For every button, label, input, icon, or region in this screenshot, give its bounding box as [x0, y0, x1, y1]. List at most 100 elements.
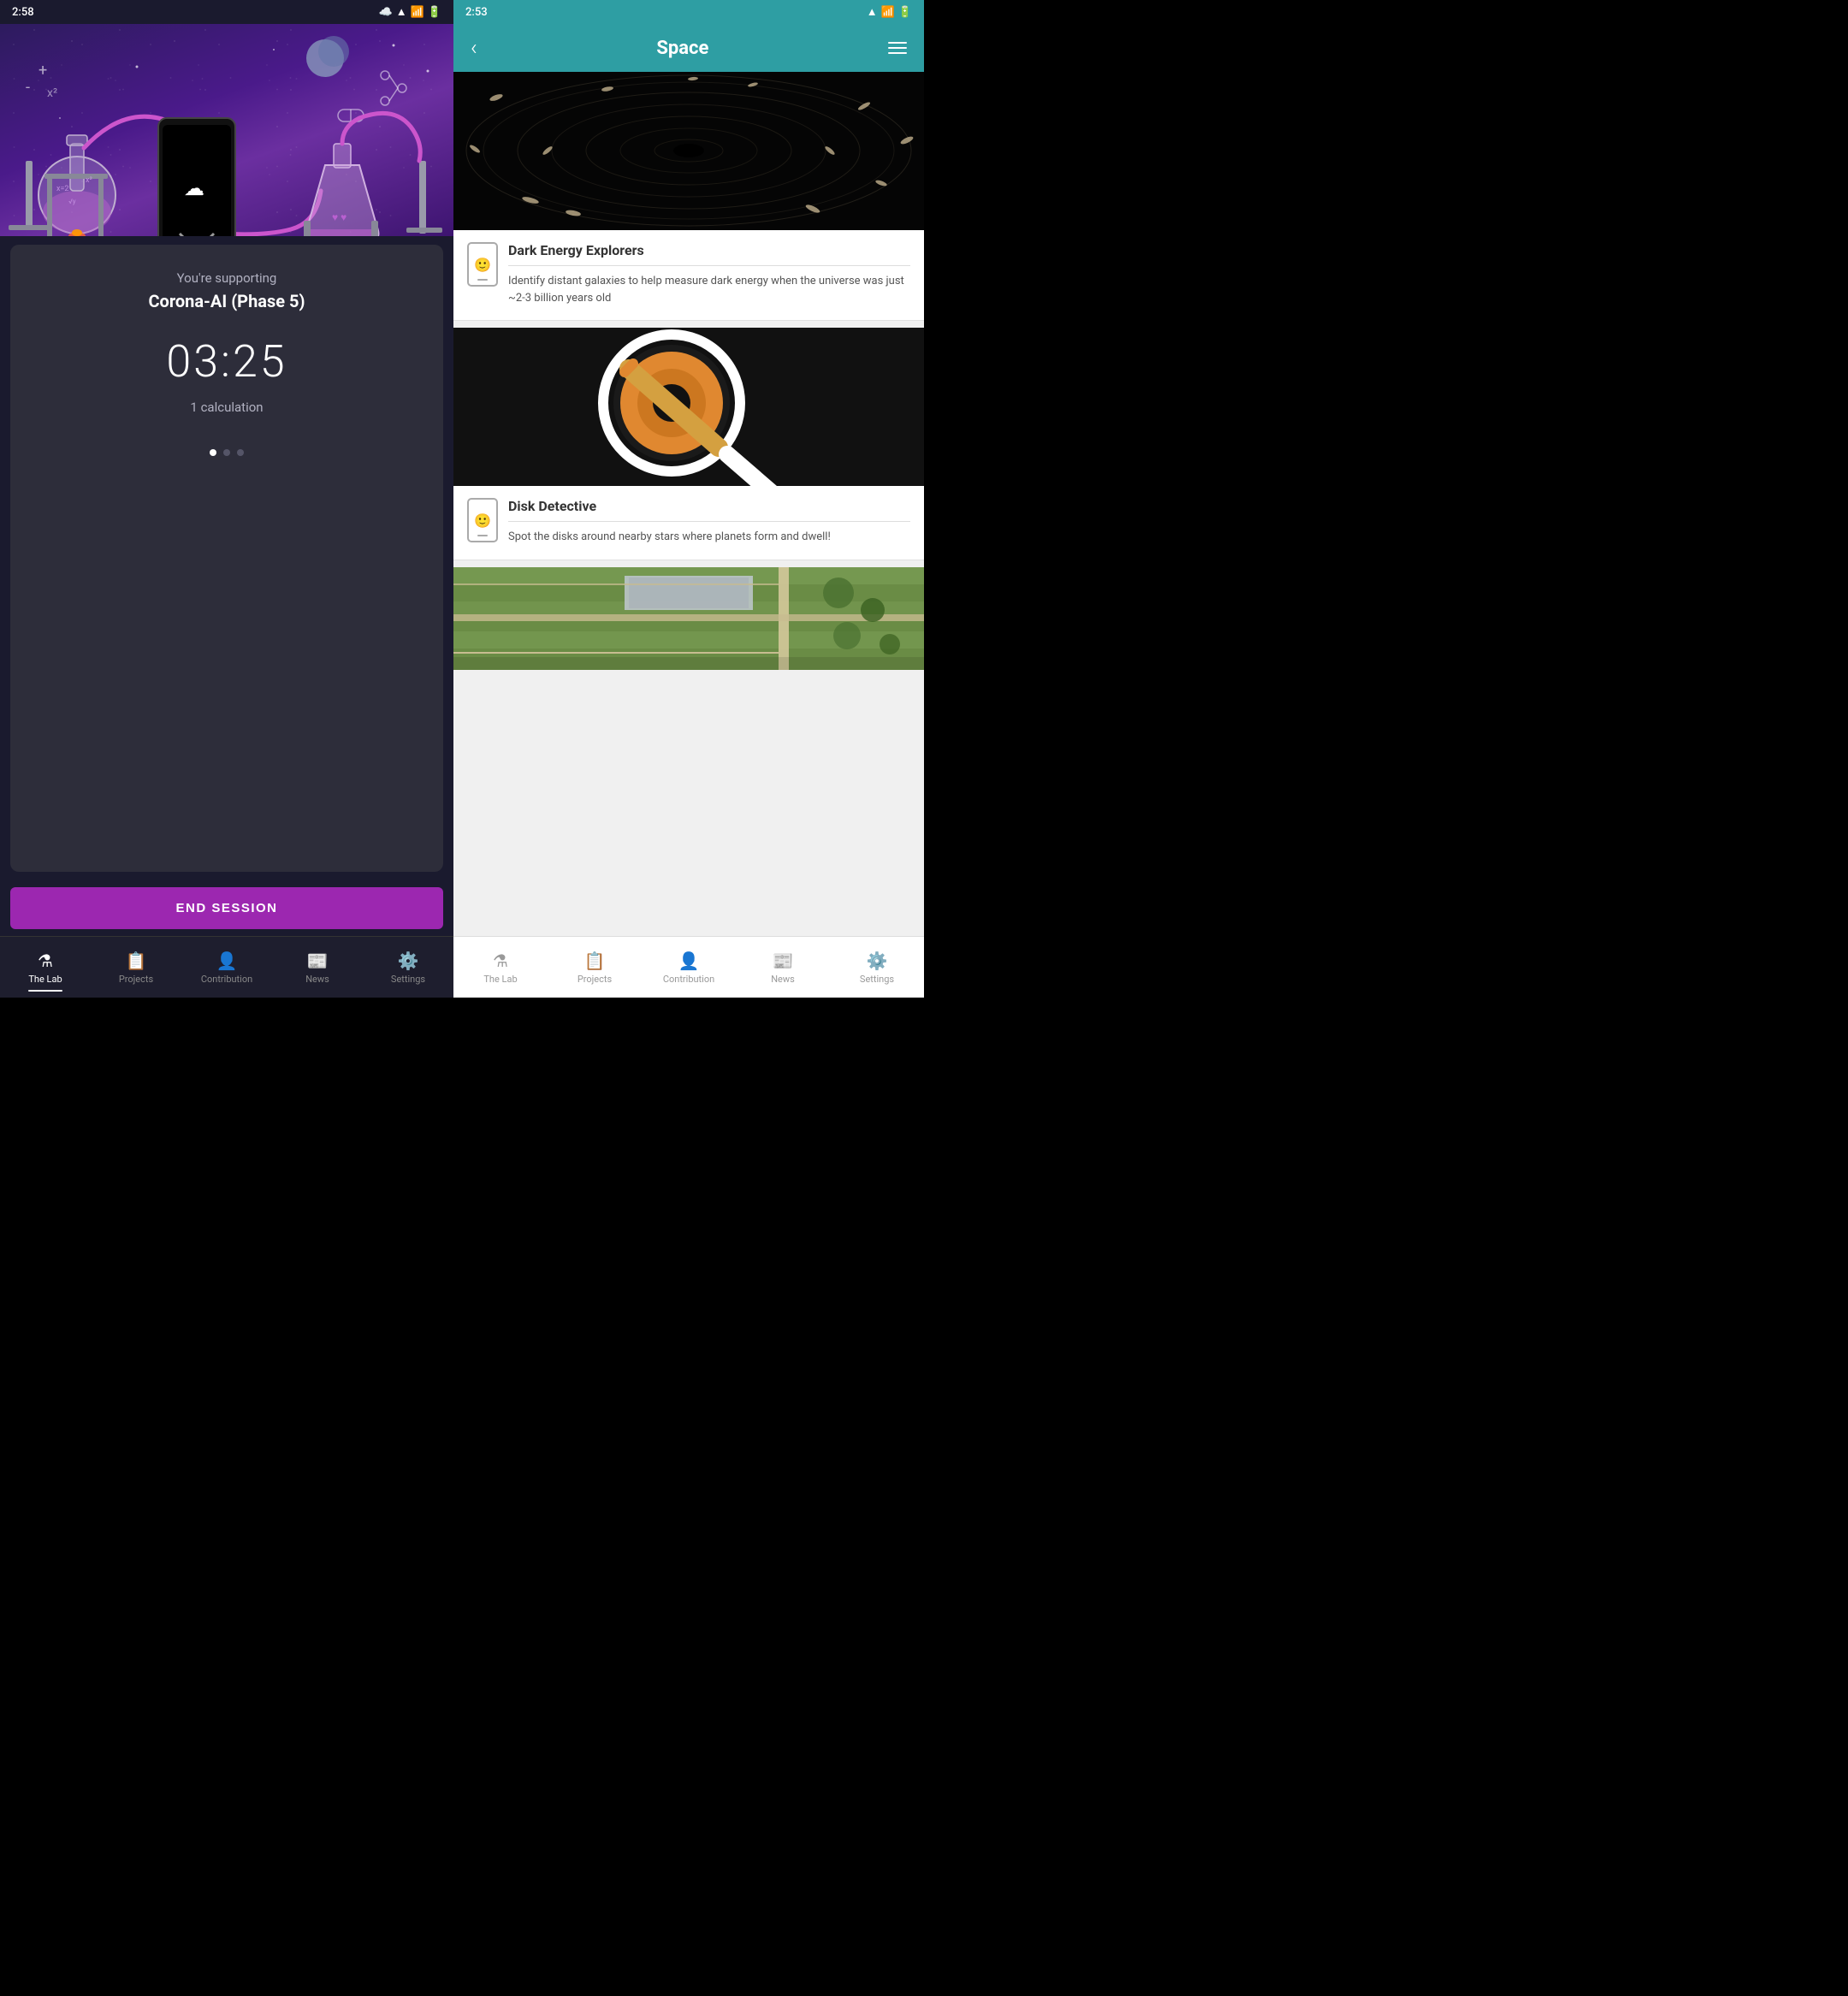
the-lab-icon: ⚗ — [38, 951, 53, 971]
dark-energy-text: Dark Energy Explorers Identify distant g… — [508, 242, 910, 306]
aerial-image — [453, 567, 924, 670]
disk-detective-description: Spot the disks around nearby stars where… — [508, 529, 910, 546]
svg-text:x²: x² — [86, 176, 92, 185]
dark-energy-info: 🙂 Dark Energy Explorers Identify distant… — [453, 230, 924, 321]
left-bottom-nav: ⚗ The Lab 📋 Projects 👤 Contribution 📰 Ne… — [0, 936, 453, 998]
end-session-button[interactable]: END SESSION — [10, 887, 443, 929]
phone-face-icon: 🙂 — [474, 257, 491, 273]
timer-display: 03:25 — [166, 335, 287, 388]
right-nav-icon-2: 📋 — [584, 951, 606, 971]
svg-text:♥ ♥: ♥ ♥ — [332, 211, 346, 223]
right-nav-icon-1: ⚗ — [493, 951, 508, 971]
right-wifi-icon: ▲ — [867, 5, 878, 19]
cloud-icon: ☁️ — [379, 6, 393, 19]
projects-icon: 📋 — [126, 951, 147, 971]
project-name: Corona-AI (Phase 5) — [148, 291, 305, 311]
dot-1[interactable] — [210, 449, 216, 456]
hero-illustration: - + x² — [0, 24, 453, 236]
right-content[interactable]: 🙂 Dark Energy Explorers Identify distant… — [453, 72, 924, 936]
aerial-svg — [453, 567, 924, 670]
nav-item-news[interactable]: 📰 News — [272, 944, 363, 992]
nav-label-projects: Projects — [119, 974, 153, 985]
disk-detective-info: 🙂 Disk Detective Spot the disks around n… — [453, 486, 924, 560]
phone-bottom-line-2 — [477, 535, 488, 536]
right-nav-item-3[interactable]: 👤 Contribution — [642, 944, 736, 992]
nav-item-contribution[interactable]: 👤 Contribution — [181, 944, 272, 992]
right-battery-icon: 🔋 — [898, 6, 912, 19]
right-nav-label-2: Projects — [578, 974, 612, 985]
nav-item-settings[interactable]: ⚙️ Settings — [363, 944, 453, 992]
left-time: 2:58 — [12, 6, 34, 19]
calculation-label: 1 calculation — [190, 400, 263, 415]
dark-energy-title: Dark Energy Explorers — [508, 242, 910, 266]
disk-detective-phone-icon: 🙂 — [467, 498, 498, 542]
info-card: You're supporting Corona-AI (Phase 5) 03… — [10, 245, 443, 872]
right-status-bar: 2:53 ▲ 📶 🔋 — [453, 0, 924, 24]
svg-text:+: + — [38, 62, 47, 80]
news-icon: 📰 — [307, 951, 329, 971]
right-nav-label-4: News — [771, 974, 795, 985]
nav-item-projects[interactable]: 📋 Projects — [91, 944, 181, 992]
dark-energy-description: Identify distant galaxies to help measur… — [508, 273, 910, 306]
right-time: 2:53 — [465, 6, 488, 19]
dark-energy-explorers-card: 🙂 Dark Energy Explorers Identify distant… — [453, 72, 924, 321]
contribution-icon: 👤 — [216, 951, 238, 971]
right-nav-item-2[interactable]: 📋 Projects — [548, 944, 642, 992]
svg-text:x=2: x=2 — [56, 185, 68, 193]
lab-svg-illustration: - + x² — [0, 24, 453, 236]
right-nav-icon-5: ⚙️ — [867, 951, 888, 971]
disk-detective-title: Disk Detective — [508, 498, 910, 522]
right-nav-label-1: The Lab — [483, 974, 517, 985]
dot-2[interactable] — [223, 449, 230, 456]
phone-bottom-line — [477, 279, 488, 281]
settings-icon: ⚙️ — [398, 951, 419, 971]
nav-label-news: News — [305, 974, 329, 985]
disk-detective-image — [453, 328, 924, 486]
left-panel: 2:58 ☁️ ▲ 📶 🔋 - + x² — [0, 0, 453, 998]
dot-indicators — [210, 449, 244, 456]
aerial-card — [453, 567, 924, 670]
supporting-label: You're supporting — [177, 270, 277, 286]
wifi-icon: ▲ — [396, 5, 407, 19]
signal-icon: 📶 — [411, 6, 424, 19]
phone-face-icon-2: 🙂 — [474, 512, 491, 529]
back-button[interactable]: ‹ — [471, 35, 477, 61]
disk-detective-card: 🙂 Disk Detective Spot the disks around n… — [453, 328, 924, 560]
disk-detective-icon-row: 🙂 Disk Detective Spot the disks around n… — [467, 498, 910, 546]
svg-text:√y: √y — [68, 198, 76, 205]
battery-icon: 🔋 — [428, 6, 441, 19]
left-status-bar: 2:58 ☁️ ▲ 📶 🔋 — [0, 0, 453, 24]
dark-energy-icon-row: 🙂 Dark Energy Explorers Identify distant… — [467, 242, 910, 306]
left-status-icons: ☁️ ▲ 📶 🔋 — [379, 5, 441, 19]
right-header: ‹ Space — [453, 24, 924, 72]
hamburger-line-1 — [888, 42, 907, 44]
hamburger-line-3 — [888, 52, 907, 54]
right-panel: 2:53 ▲ 📶 🔋 ‹ Space — [453, 0, 924, 998]
disk-detective-text: Disk Detective Spot the disks around nea… — [508, 498, 910, 546]
right-nav-item-4[interactable]: 📰 News — [736, 944, 830, 992]
right-nav-label-3: Contribution — [663, 974, 714, 985]
dark-energy-image — [453, 72, 924, 230]
hamburger-line-2 — [888, 47, 907, 49]
nav-label-the-lab: The Lab — [28, 974, 62, 985]
svg-text:x²: x² — [47, 86, 57, 100]
right-status-icons: ▲ 📶 🔋 — [867, 5, 912, 19]
svg-text:-: - — [26, 79, 30, 97]
disk-detective-svg — [453, 328, 924, 486]
right-signal-icon: 📶 — [881, 6, 895, 19]
nav-label-settings: Settings — [391, 974, 425, 985]
right-nav-icon-3: 👤 — [678, 951, 700, 971]
galaxy-svg — [453, 72, 924, 230]
right-nav-item-1[interactable]: ⚗ The Lab — [453, 944, 548, 992]
nav-label-contribution: Contribution — [201, 974, 252, 985]
dot-3[interactable] — [237, 449, 244, 456]
hamburger-menu-button[interactable] — [888, 42, 907, 54]
right-nav-label-5: Settings — [860, 974, 894, 985]
dark-energy-phone-icon: 🙂 — [467, 242, 498, 287]
right-bottom-nav: ⚗ The Lab 📋 Projects 👤 Contribution 📰 Ne… — [453, 936, 924, 998]
right-nav-item-5[interactable]: ⚙️ Settings — [830, 944, 924, 992]
svg-text:☁: ☁ — [184, 176, 204, 200]
right-nav-icon-4: 📰 — [773, 951, 794, 971]
header-title: Space — [656, 38, 708, 59]
nav-item-the-lab[interactable]: ⚗ The Lab — [0, 944, 91, 992]
